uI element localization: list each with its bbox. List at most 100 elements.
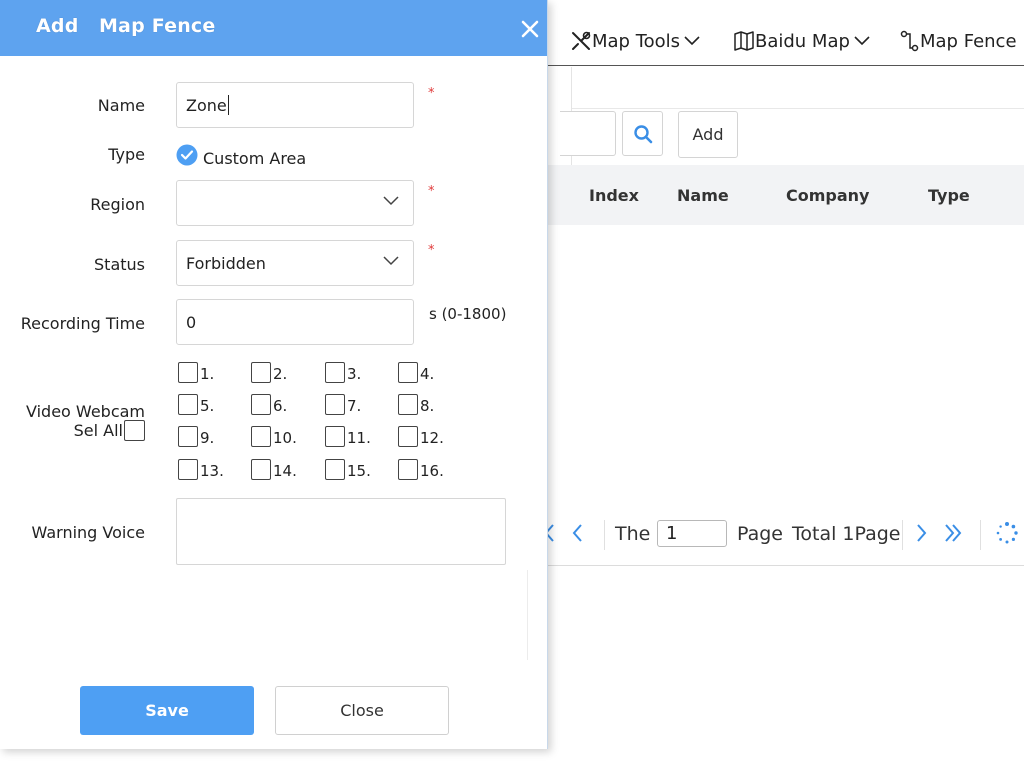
checkbox[interactable] (251, 426, 271, 447)
page-number-input[interactable] (657, 520, 727, 547)
chevron-down-icon (383, 256, 399, 266)
checkbox[interactable] (178, 459, 198, 480)
dialog-header: Add Map Fence (0, 0, 547, 56)
pager-divider-line (548, 565, 1024, 566)
checkbox[interactable] (398, 459, 418, 480)
checkbox[interactable] (251, 394, 271, 415)
map-toolbar: Map Tools Baidu Map Map Fence (548, 14, 1024, 66)
region-select[interactable] (176, 180, 414, 226)
checkbox[interactable] (178, 426, 198, 447)
webcam-checkbox-12[interactable]: 12. (398, 426, 444, 447)
warning-voice-textarea[interactable] (176, 498, 506, 565)
scroll-track (527, 570, 528, 660)
close-icon[interactable] (517, 16, 543, 42)
add-button[interactable]: Add (678, 111, 738, 158)
map-fence-label: Map Fence (920, 30, 1017, 52)
double-chevron-right-icon[interactable] (943, 522, 963, 544)
checkbox[interactable] (325, 362, 345, 383)
search-input[interactable] (560, 111, 616, 156)
webcam-checkbox-9[interactable]: 9. (178, 426, 214, 447)
select-all-checkbox[interactable] (124, 420, 145, 441)
webcam-checkbox-15[interactable]: 15. (325, 459, 371, 480)
column-header-company[interactable]: Company (786, 186, 869, 205)
column-header-index[interactable]: Index (589, 186, 639, 205)
webcam-label: 7. (347, 397, 362, 415)
checkbox[interactable] (178, 394, 198, 415)
map-fence-menu[interactable]: Map Fence (900, 28, 1017, 54)
checkbox[interactable] (398, 394, 418, 415)
checkbox[interactable] (251, 362, 271, 383)
chevron-left-icon[interactable] (570, 522, 584, 544)
webcam-label: 13. (200, 462, 224, 480)
checkbox[interactable] (325, 426, 345, 447)
checkbox[interactable] (325, 394, 345, 415)
filter-divider (572, 108, 1024, 109)
webcam-label: 4. (420, 365, 435, 383)
add-map-fence-dialog: Add Map Fence Name Zone * Type Custom Ar… (0, 0, 548, 749)
required-mark: * (428, 243, 435, 258)
pager-the-label: The (615, 523, 651, 545)
webcam-checkbox-7[interactable]: 7. (325, 394, 361, 415)
search-button[interactable] (622, 111, 663, 156)
webcam-checkbox-6[interactable]: 6. (251, 394, 287, 415)
fence-icon (900, 30, 919, 52)
webcam-checkbox-8[interactable]: 8. (398, 394, 434, 415)
column-header-type[interactable]: Type (928, 186, 970, 205)
type-label: Type (108, 145, 145, 164)
chevron-right-icon[interactable] (915, 522, 929, 544)
webcam-checkbox-3[interactable]: 3. (325, 362, 361, 383)
webcam-label: 10. (273, 429, 297, 447)
select-all-label: Sel All (73, 421, 123, 440)
recording-time-hint: s (0-1800) (429, 305, 507, 323)
pager-divider (604, 520, 605, 550)
checkbox[interactable] (398, 426, 418, 447)
webcam-label: 5. (200, 397, 215, 415)
close-button[interactable]: Close (275, 686, 449, 735)
map-icon (734, 31, 754, 51)
webcam-label: 9. (200, 429, 215, 447)
webcam-checkbox-5[interactable]: 5. (178, 394, 214, 415)
checkbox[interactable] (178, 362, 198, 383)
pager-divider (980, 520, 981, 550)
webcam-checkbox-11[interactable]: 11. (325, 426, 371, 447)
warning-voice-label: Warning Voice (31, 523, 145, 542)
webcam-checkbox-10[interactable]: 10. (251, 426, 297, 447)
webcam-label: 2. (273, 365, 288, 383)
name-value: Zone (186, 95, 227, 115)
webcam-checkbox-grid: 1. 2. 3. 4. 5. 6. 7. 8. 9. 10. 11. 12. 1… (178, 362, 478, 486)
column-header-name[interactable]: Name (677, 186, 729, 205)
region-label: Region (90, 195, 145, 214)
webcam-checkbox-16[interactable]: 16. (398, 459, 444, 480)
webcam-label: 8. (420, 397, 435, 415)
checkbox[interactable] (251, 459, 271, 480)
map-tools-menu[interactable]: Map Tools (570, 28, 700, 54)
webcam-checkbox-1[interactable]: 1. (178, 362, 214, 383)
type-custom-area-radio[interactable]: Custom Area (176, 141, 306, 168)
chevron-down-icon (684, 36, 700, 46)
status-select[interactable]: Forbidden (176, 240, 414, 286)
map-tools-label: Map Tools (592, 30, 681, 52)
webcam-checkbox-13[interactable]: 13. (178, 459, 224, 480)
baidu-map-label: Baidu Map (755, 30, 850, 52)
recording-time-field[interactable]: 0 (176, 299, 414, 345)
chevron-down-icon (854, 36, 870, 46)
baidu-map-menu[interactable]: Baidu Map (733, 28, 870, 54)
webcam-checkbox-2[interactable]: 2. (251, 362, 287, 383)
status-value: Forbidden (186, 253, 266, 273)
webcam-label: 6. (273, 397, 288, 415)
pager-total-label: Total 1Page (792, 523, 901, 545)
pager-divider (902, 520, 903, 550)
pager-page-label: Page (737, 523, 783, 545)
status-label: Status (94, 255, 145, 274)
checkbox[interactable] (398, 362, 418, 383)
webcam-checkbox-14[interactable]: 14. (251, 459, 297, 480)
save-button[interactable]: Save (80, 686, 254, 735)
text-caret (227, 95, 229, 115)
webcam-label: 1. (200, 365, 215, 383)
loading-spinner-icon[interactable] (995, 521, 1019, 545)
webcam-checkbox-4[interactable]: 4. (398, 362, 434, 383)
table-header: Index Name Company Type (548, 165, 1024, 225)
checkbox[interactable] (325, 459, 345, 480)
recording-time-label: Recording Time (20, 314, 145, 333)
name-field[interactable]: Zone (176, 82, 414, 128)
